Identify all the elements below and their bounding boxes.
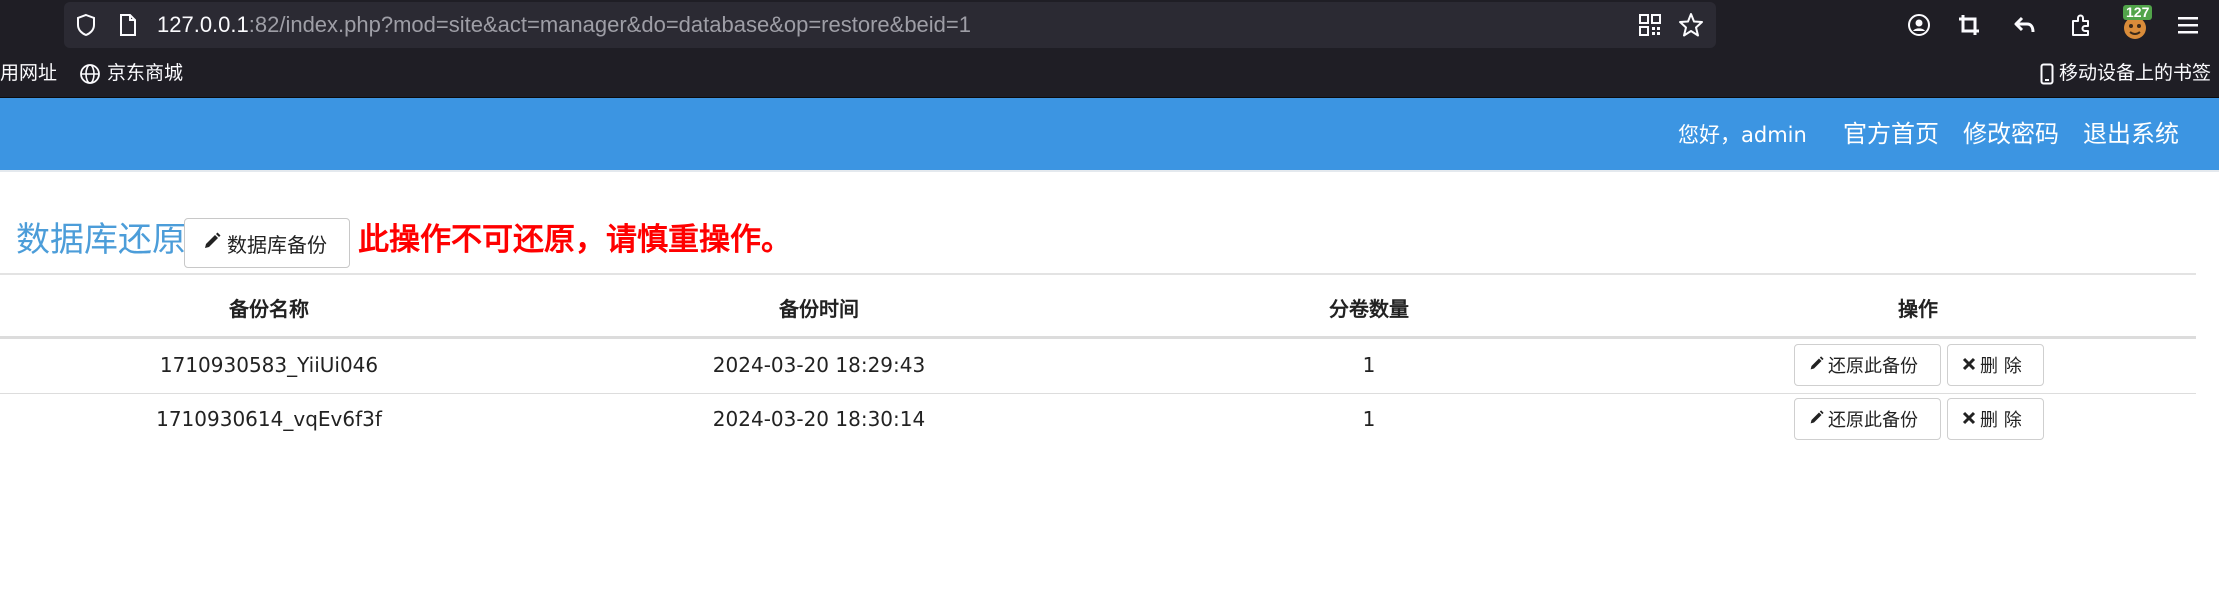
restore-backup-label: 还原此备份	[1828, 410, 1918, 431]
bookmark-common-sites[interactable]: 常用网址	[0, 62, 57, 84]
restore-backup-button[interactable]: 还原此备份	[1794, 398, 1941, 440]
row-divider	[0, 393, 2196, 394]
extension-badge: 127	[2123, 5, 2153, 20]
url-host: 127.0.0.1	[157, 12, 249, 37]
page-title: 数据库还原	[16, 220, 186, 260]
delete-backup-button[interactable]: 删 除	[1947, 344, 2044, 386]
backup-time-cell: 2024-03-20 18:29:43	[712, 353, 926, 377]
restore-backup-label: 还原此备份	[1828, 356, 1918, 377]
close-icon	[1962, 410, 1976, 429]
address-bar[interactable]: 127.0.0.1:82/index.php?mod=site&act=mana…	[64, 2, 1716, 48]
bookmarks-bar: 常用网址 京东商城 移动设备上的书签	[0, 49, 2219, 98]
menu-icon[interactable]	[2176, 13, 2200, 37]
pencil-icon	[1809, 355, 1824, 375]
extension-avatar-icon[interactable]: 127	[2121, 5, 2153, 40]
volume-count-cell: 1	[1362, 407, 1376, 431]
backup-time-cell: 2024-03-20 18:30:14	[712, 407, 926, 431]
bookmark-clip: 常用网址	[0, 49, 62, 97]
warning-text: 此操作不可还原，请慎重操作。	[358, 222, 792, 258]
header-backup-name: 备份名称	[229, 297, 309, 321]
nav-home-link[interactable]: 官方首页	[1843, 119, 1939, 149]
delete-backup-label: 删 除	[1980, 410, 2022, 431]
browser-toolbar: 127.0.0.1:82/index.php?mod=site&act=mana…	[0, 0, 2219, 49]
pencil-icon	[203, 232, 221, 254]
globe-icon	[79, 63, 101, 85]
bookmark-star-icon[interactable]	[1678, 12, 1704, 38]
back-arrow-icon[interactable]	[2013, 13, 2037, 37]
bookmark-jd[interactable]: 京东商城	[107, 62, 183, 84]
bookmark-mobile[interactable]: 移动设备上的书签	[2059, 62, 2211, 84]
nav-logout-link[interactable]: 退出系统	[2083, 119, 2179, 149]
app-header: 您好，admin 官方首页 修改密码 退出系统	[0, 98, 2219, 172]
delete-backup-button[interactable]: 删 除	[1947, 398, 2044, 440]
url-path: :82/index.php?mod=site&act=manager&do=da…	[248, 12, 972, 37]
header-backup-time: 备份时间	[779, 297, 859, 321]
extensions-puzzle-icon[interactable]	[2068, 12, 2094, 38]
crop-icon[interactable]	[1957, 13, 1981, 37]
volume-count-cell: 1	[1362, 353, 1376, 377]
account-icon[interactable]	[1907, 13, 1931, 37]
pencil-icon	[1809, 409, 1824, 429]
table-top-border	[0, 273, 2196, 275]
page-icon	[116, 13, 140, 37]
backup-name-cell: 1710930583_YiiUi046	[159, 353, 379, 377]
delete-backup-label: 删 除	[1980, 356, 2022, 377]
close-icon	[1962, 356, 1976, 375]
url-text[interactable]: 127.0.0.1:82/index.php?mod=site&act=mana…	[157, 12, 971, 38]
database-backup-button[interactable]: 数据库备份	[184, 218, 350, 268]
database-backup-label: 数据库备份	[227, 232, 327, 257]
restore-backup-button[interactable]: 还原此备份	[1794, 344, 1941, 386]
greeting: 您好，admin	[1678, 123, 1807, 147]
table-header-divider	[0, 336, 2196, 339]
qr-code-icon[interactable]	[1638, 13, 1662, 37]
nav-change-password-link[interactable]: 修改密码	[1963, 119, 2059, 149]
shield-icon[interactable]	[74, 13, 98, 37]
header-volume-count: 分卷数量	[1329, 297, 1409, 321]
backup-name-cell: 1710930614_vqEv6f3f	[156, 407, 382, 431]
mobile-icon	[2039, 62, 2055, 86]
header-actions: 操作	[1898, 297, 1938, 321]
